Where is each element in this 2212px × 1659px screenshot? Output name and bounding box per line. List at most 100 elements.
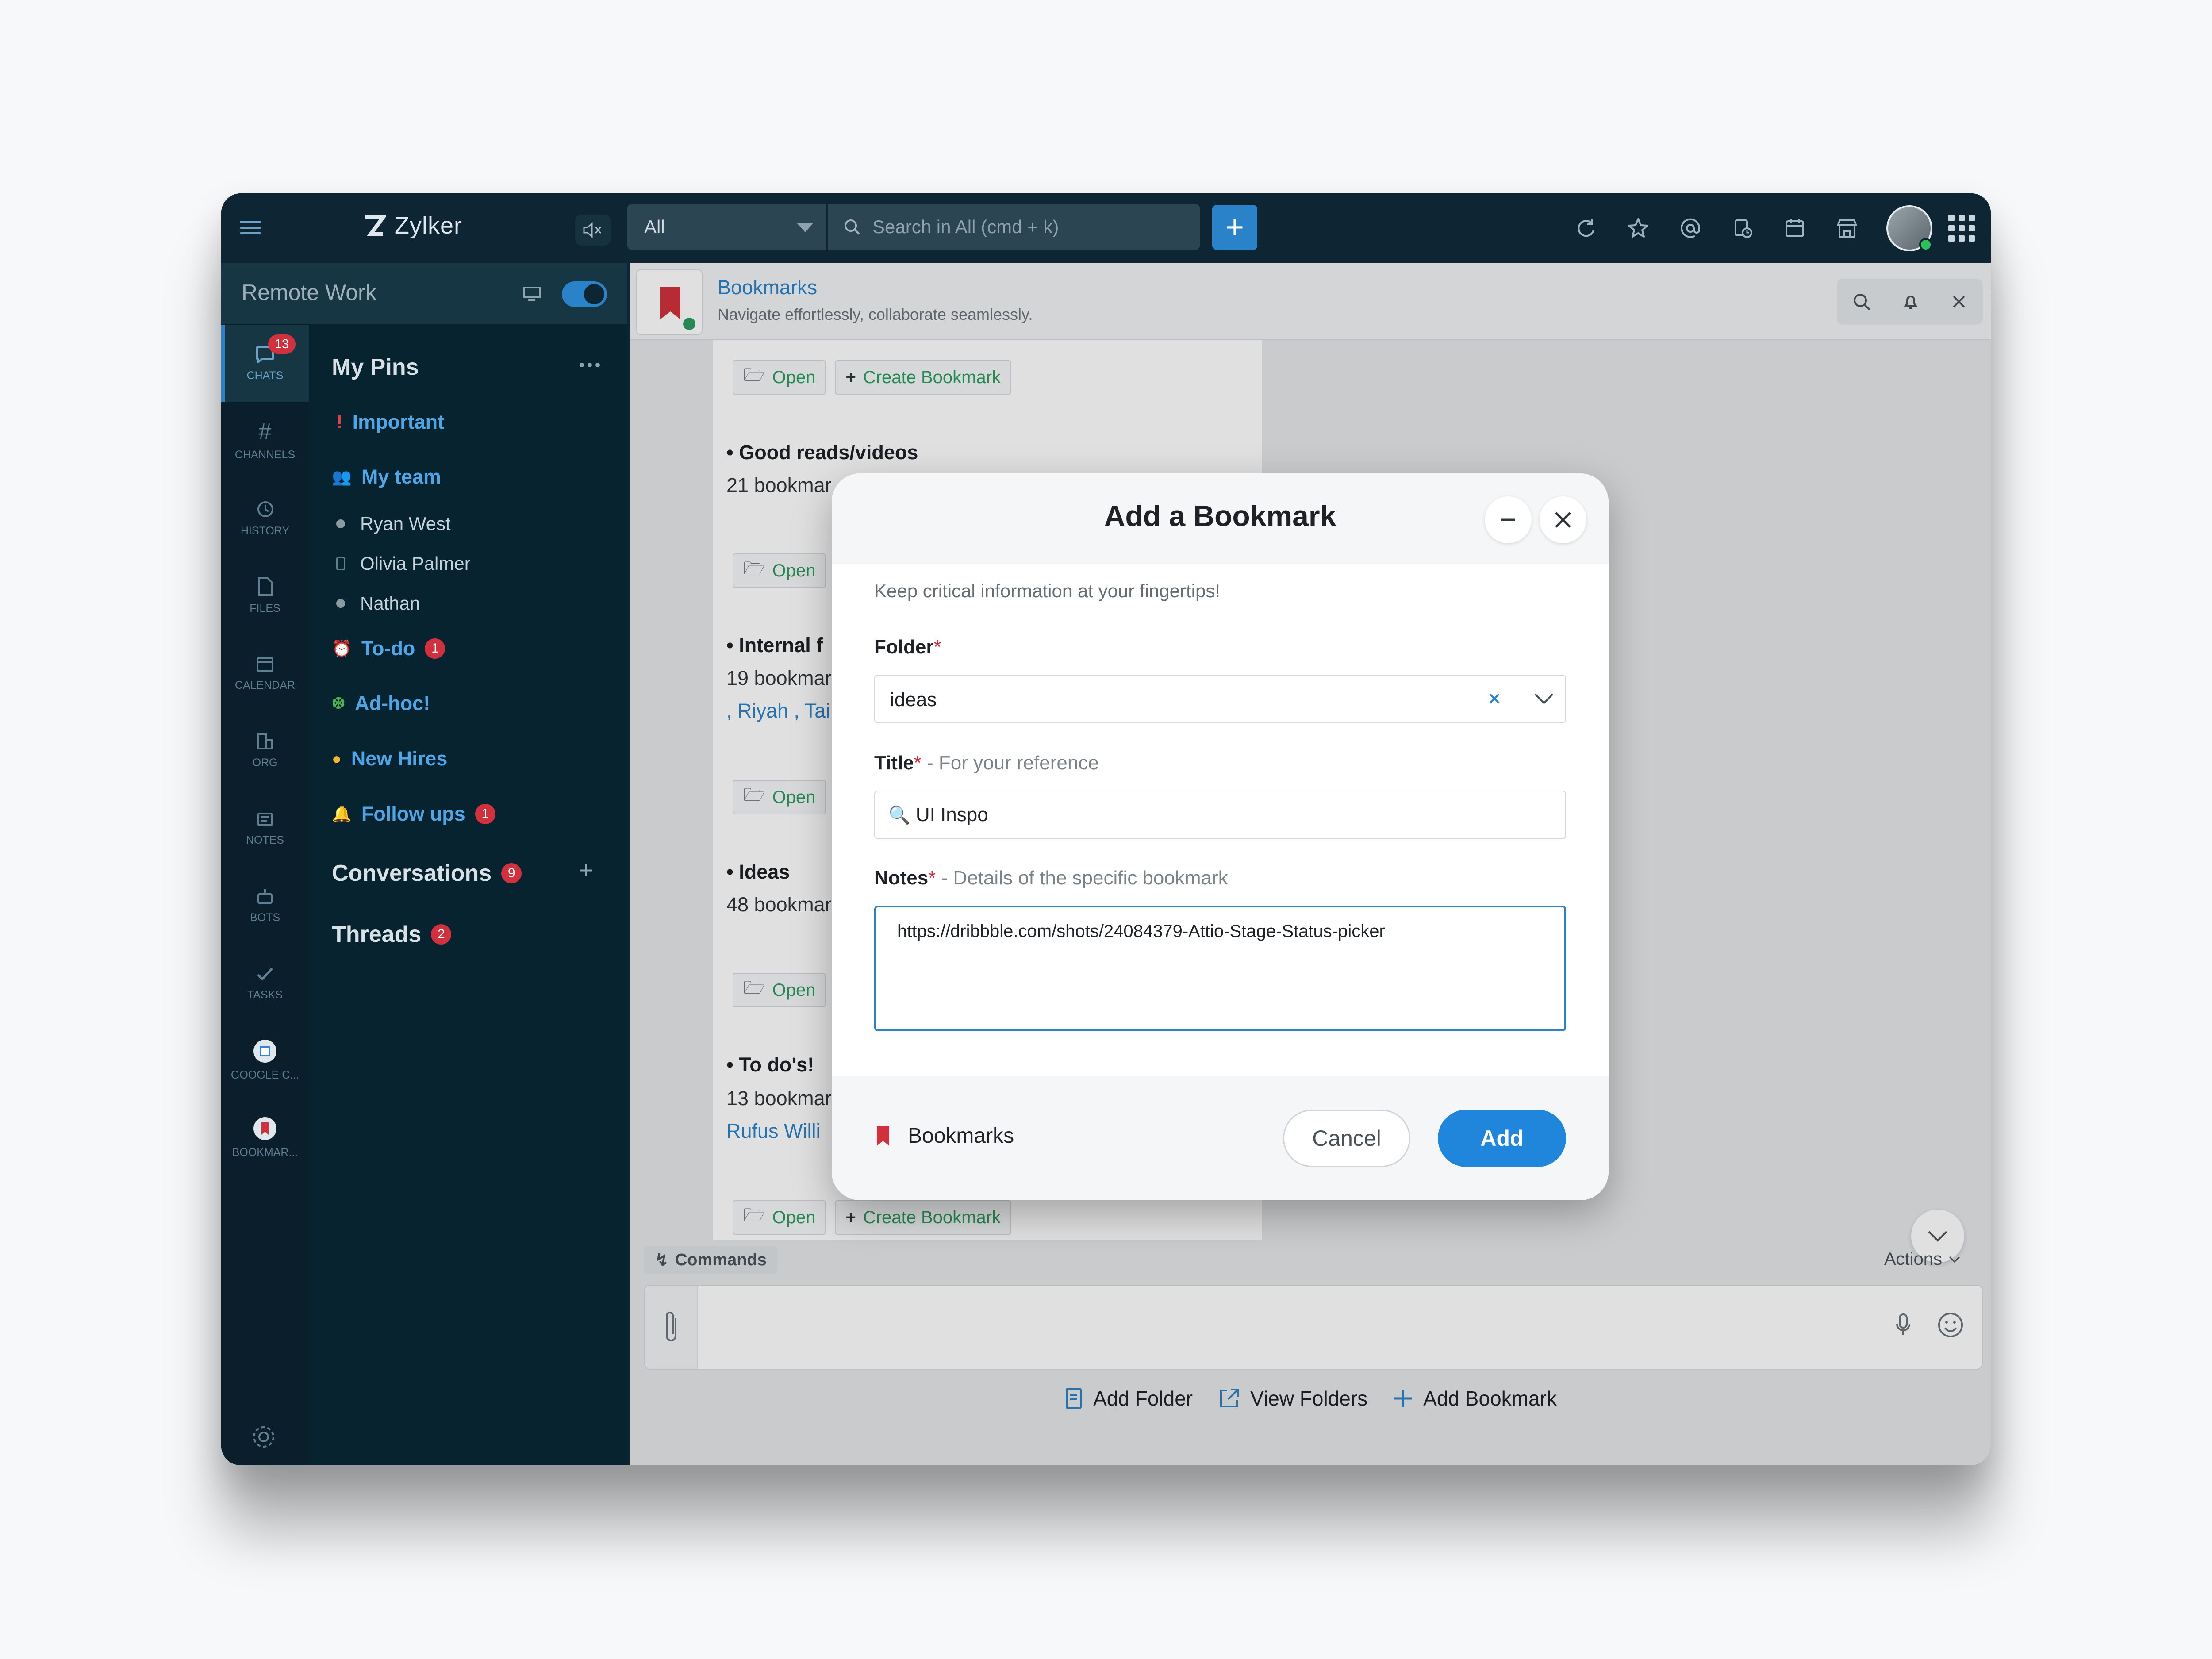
microphone-icon[interactable] bbox=[1894, 1312, 1912, 1338]
minus-icon bbox=[1501, 518, 1515, 521]
rail-item-notes[interactable]: NOTES bbox=[221, 789, 309, 867]
open-button[interactable]: 🗁 Open bbox=[733, 360, 826, 395]
notes-note: - Details of the specific bookmark bbox=[941, 867, 1228, 889]
count-badge: 9 bbox=[501, 863, 522, 883]
folder-title: • To do's! bbox=[726, 1053, 814, 1076]
more-options-icon[interactable] bbox=[580, 363, 600, 367]
open-button[interactable]: 🗁 Open bbox=[733, 780, 826, 814]
actions-menu[interactable]: Actions bbox=[1884, 1249, 1961, 1269]
team-member[interactable]: Olivia Palmer bbox=[336, 553, 471, 574]
user-avatar[interactable] bbox=[1886, 205, 1932, 251]
rail-item-tasks[interactable]: TASKS bbox=[221, 944, 309, 1022]
starred-button[interactable] bbox=[1612, 202, 1664, 254]
add-conversation-icon[interactable]: + bbox=[579, 856, 593, 884]
team-member[interactable]: Nathan bbox=[336, 593, 420, 614]
availability-toggle[interactable] bbox=[562, 281, 607, 307]
threads-heading[interactable]: Threads 2 bbox=[332, 921, 452, 948]
folder-members[interactable]: Rufus Willi bbox=[726, 1120, 821, 1143]
pin-todo[interactable]: ⏰ To-do 1 bbox=[332, 637, 445, 660]
notes-textarea[interactable]: https://dribbble.com/shots/24084379-Atti… bbox=[874, 906, 1566, 1031]
open-button[interactable]: 🗁 Open bbox=[733, 553, 826, 588]
message-composer[interactable] bbox=[644, 1285, 1983, 1370]
rail-item-channels[interactable]: # CHANNELS bbox=[221, 402, 309, 480]
folder-icon: 🗁 bbox=[743, 785, 765, 805]
global-add-button[interactable]: + bbox=[1212, 205, 1257, 250]
emoji-icon[interactable] bbox=[1937, 1311, 1964, 1339]
store-button[interactable] bbox=[1821, 202, 1873, 254]
minimize-button[interactable] bbox=[1485, 496, 1532, 543]
add-folder-button[interactable]: Add Folder bbox=[1064, 1386, 1193, 1410]
view-folders-button[interactable]: View Folders bbox=[1217, 1386, 1367, 1410]
clear-icon[interactable] bbox=[1485, 689, 1504, 708]
add-button[interactable]: Add bbox=[1438, 1110, 1566, 1167]
search-icon[interactable] bbox=[1851, 291, 1872, 312]
plus-icon: + bbox=[845, 1207, 856, 1227]
bell-icon[interactable] bbox=[1900, 291, 1921, 312]
create-bookmark-button[interactable]: + Create Bookmark bbox=[835, 360, 1012, 395]
attach-button[interactable] bbox=[645, 1286, 698, 1369]
rail-item-calendar[interactable]: CALENDAR bbox=[221, 634, 309, 712]
bot-header: Bookmarks Navigate effortlessly, collabo… bbox=[630, 263, 1991, 340]
org-name[interactable]: Remote Work bbox=[242, 280, 376, 305]
brand-name: Zylker bbox=[395, 212, 462, 239]
menu-icon[interactable] bbox=[240, 217, 261, 238]
rail-item-bookmarks[interactable]: BOOKMAR... bbox=[221, 1099, 309, 1176]
chick-icon: ● bbox=[332, 749, 342, 768]
rail-item-google-calendar[interactable]: GOOGLE C... bbox=[221, 1022, 309, 1099]
rail-item-files[interactable]: FILES bbox=[221, 557, 309, 634]
top-toolbar bbox=[1560, 193, 1991, 263]
online-status-indicator bbox=[1919, 238, 1932, 251]
search-scope-select[interactable]: All bbox=[627, 204, 826, 250]
open-button[interactable]: 🗁 Open bbox=[733, 1200, 826, 1235]
bot-icon bbox=[257, 889, 273, 904]
status-dot bbox=[336, 519, 345, 528]
dialog-header: Add a Bookmark bbox=[832, 473, 1609, 564]
conversations-heading[interactable]: Conversations 9 bbox=[332, 860, 522, 887]
bot-title[interactable]: Bookmarks bbox=[718, 276, 817, 299]
open-button[interactable]: 🗁 Open bbox=[733, 973, 826, 1007]
alarm-icon: ⏰ bbox=[332, 639, 352, 657]
mute-button[interactable] bbox=[575, 215, 611, 246]
pin-new-hires[interactable]: ● New Hires bbox=[332, 747, 447, 770]
add-bookmark-button[interactable]: Add Bookmark bbox=[1392, 1386, 1557, 1410]
create-bookmark-button[interactable]: + Create Bookmark bbox=[835, 1200, 1012, 1235]
rail-item-history[interactable]: HISTORY bbox=[221, 480, 309, 557]
org-icon bbox=[257, 733, 273, 749]
notes-textarea-value: https://dribbble.com/shots/24084379-Atti… bbox=[897, 922, 1385, 941]
speaker-mute-icon bbox=[583, 222, 602, 238]
folder-select[interactable]: ideas bbox=[874, 675, 1566, 723]
refresh-button[interactable] bbox=[1560, 202, 1612, 254]
rail-label: FILES bbox=[250, 602, 280, 614]
folder-actions: 🗁 Open bbox=[733, 780, 826, 814]
title-input[interactable]: 🔍 UI Inspo bbox=[874, 791, 1566, 839]
pin-important[interactable]: ! Important bbox=[336, 411, 444, 434]
rail-item-chats[interactable]: CHATS 13 bbox=[221, 325, 309, 402]
apps-grid-icon[interactable] bbox=[1948, 215, 1975, 242]
close-icon[interactable] bbox=[1949, 292, 1969, 311]
settings-gear-icon[interactable] bbox=[250, 1423, 278, 1451]
calendar-button[interactable] bbox=[1769, 202, 1821, 254]
mentions-button[interactable] bbox=[1664, 202, 1717, 254]
folder-meta: 48 bookmar bbox=[726, 893, 832, 916]
close-button[interactable] bbox=[1540, 496, 1586, 543]
reminders-button[interactable] bbox=[1717, 202, 1769, 254]
pin-adhoc[interactable]: ❆ Ad-hoc! bbox=[332, 692, 430, 715]
title-note: - For your reference bbox=[927, 752, 1099, 774]
calendar-icon bbox=[1786, 219, 1804, 237]
pin-my-team[interactable]: 👥 My team bbox=[332, 465, 441, 488]
bot-avatar[interactable] bbox=[636, 269, 703, 335]
pin-follow-ups[interactable]: 🔔 Follow ups 1 bbox=[332, 803, 495, 826]
search-input[interactable]: Search in All (cmd + k) bbox=[828, 204, 1200, 250]
rail-item-bots[interactable]: BOTS bbox=[221, 867, 309, 944]
open-label: Open bbox=[772, 1207, 816, 1227]
folder-members[interactable]: , Riyah , Tai bbox=[726, 699, 830, 722]
folder-meta: 19 bookmar bbox=[726, 667, 832, 689]
commands-button[interactable]: ↯ Commands bbox=[644, 1246, 777, 1274]
chevron-down-icon bbox=[797, 223, 813, 232]
folder-actions: 🗁 Open + Create Bookmark bbox=[733, 360, 1012, 395]
cancel-button[interactable]: Cancel bbox=[1283, 1110, 1410, 1167]
rail-item-org[interactable]: ORG bbox=[221, 712, 309, 789]
chevron-down-icon[interactable] bbox=[1532, 690, 1555, 707]
monitor-icon[interactable] bbox=[522, 286, 541, 302]
team-member[interactable]: Ryan West bbox=[336, 513, 451, 534]
